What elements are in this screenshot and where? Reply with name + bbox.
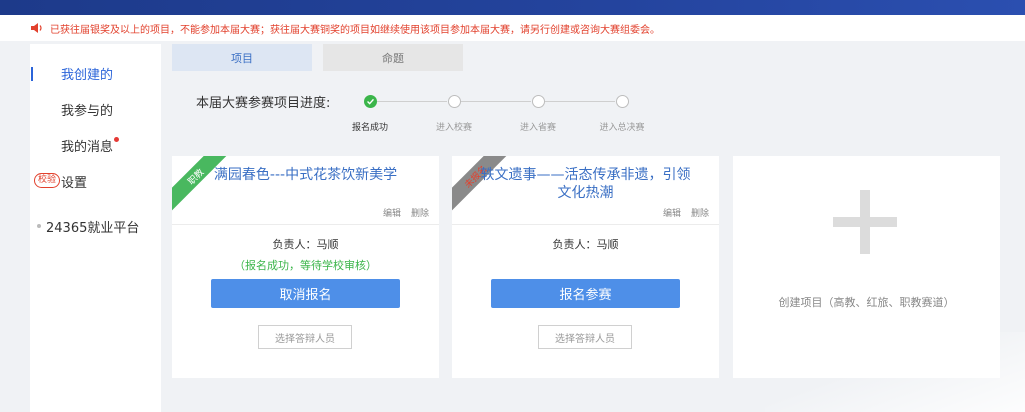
step-circle-icon (532, 95, 545, 108)
status-text: （报名成功，等待学校审核） (234, 259, 377, 272)
sidebar-item-my-joined[interactable]: 我参与的 (30, 97, 161, 121)
project-card: 未报名 轶文遗事——活态传承非遗，引领文化热潮 编辑 删除 负责人：马顺 报名参… (452, 156, 719, 378)
plus-icon (833, 190, 897, 254)
track-ribbon: 职教 (172, 156, 233, 214)
top-header-bar (0, 0, 1025, 15)
notice-banner: 已获往届银奖及以上的项目，不能参加本届大赛；获往届大赛铜奖的项目如继续使用该项目… (0, 15, 1025, 41)
sidebar-item-settings[interactable]: 校验 设置 (30, 169, 161, 193)
select-defense-members-button[interactable]: 选择答辩人员 (538, 325, 632, 349)
unread-dot (114, 137, 119, 142)
sidebar-item-label: 我创建的 (61, 67, 114, 83)
register-button[interactable]: 报名参赛 (491, 279, 680, 308)
step-label: 进入校赛 (435, 123, 473, 133)
tab-project[interactable]: 项目 (172, 44, 312, 71)
delete-button[interactable]: 删除 (411, 206, 429, 219)
cancel-registration-button[interactable]: 取消报名 (211, 279, 400, 308)
divider (172, 224, 439, 225)
step-label: 报名成功 (351, 123, 389, 133)
project-title[interactable]: 轶文遗事——活态传承非遗，引领文化热潮 (476, 166, 695, 202)
select-defense-members-button[interactable]: 选择答辩人员 (258, 325, 352, 349)
sidebar-item-my-messages[interactable]: 我的消息 (30, 133, 161, 157)
card-actions: 编辑 删除 (383, 206, 429, 219)
delete-button[interactable]: 删除 (691, 206, 709, 219)
create-project-card[interactable]: 创建项目（高教、红旅、职教赛道） (733, 156, 1000, 378)
step-connector (461, 101, 531, 102)
bullet-icon (37, 224, 41, 228)
tab-proposition[interactable]: 命题 (323, 44, 463, 71)
edit-button[interactable]: 编辑 (383, 206, 401, 219)
sidebar-item-employment-platform[interactable]: 24365就业平台 (30, 214, 161, 238)
step-check-icon (364, 95, 377, 108)
sidebar-item-label: 24365就业平台 (46, 220, 140, 236)
step-circle-icon (616, 95, 629, 108)
sidebar-item-label: 我参与的 (61, 103, 114, 119)
step-connector (377, 101, 447, 102)
step-circle-icon (448, 95, 461, 108)
project-title[interactable]: 满园春色---中式花茶饮新美学 (196, 166, 415, 184)
project-card: 职教 满园春色---中式花茶饮新美学 编辑 删除 负责人：马顺 （报名成功，等待… (172, 156, 439, 378)
sidebar-item-my-created[interactable]: 我创建的 (30, 61, 161, 85)
active-indicator (31, 67, 33, 81)
step-label: 进入省赛 (519, 123, 557, 133)
edit-button[interactable]: 编辑 (663, 206, 681, 219)
card-actions: 编辑 删除 (663, 206, 709, 219)
speaker-icon (31, 23, 42, 33)
sidebar-item-label: 设置 (61, 175, 88, 191)
progress-steps: 报名成功 进入校赛 进入省赛 进入总决赛 (350, 94, 670, 136)
step-connector (545, 101, 615, 102)
owner-text: 负责人：马顺 (552, 238, 619, 251)
step-label: 进入总决赛 (599, 123, 645, 133)
owner-text: 负责人：马顺 (272, 238, 339, 251)
create-project-label: 创建项目（高教、红旅、职教赛道） (778, 296, 955, 309)
sidebar: 我创建的 我参与的 我的消息 校验 设置 24365就业平台 (30, 44, 161, 412)
sidebar-item-label: 我的消息 (61, 139, 114, 155)
progress-label: 本届大赛参赛项目进度: (196, 96, 331, 111)
notice-text: 已获往届银奖及以上的项目，不能参加本届大赛；获往届大赛铜奖的项目如继续使用该项目… (50, 24, 660, 36)
verify-badge: 校验 (34, 173, 61, 188)
divider (452, 224, 719, 225)
